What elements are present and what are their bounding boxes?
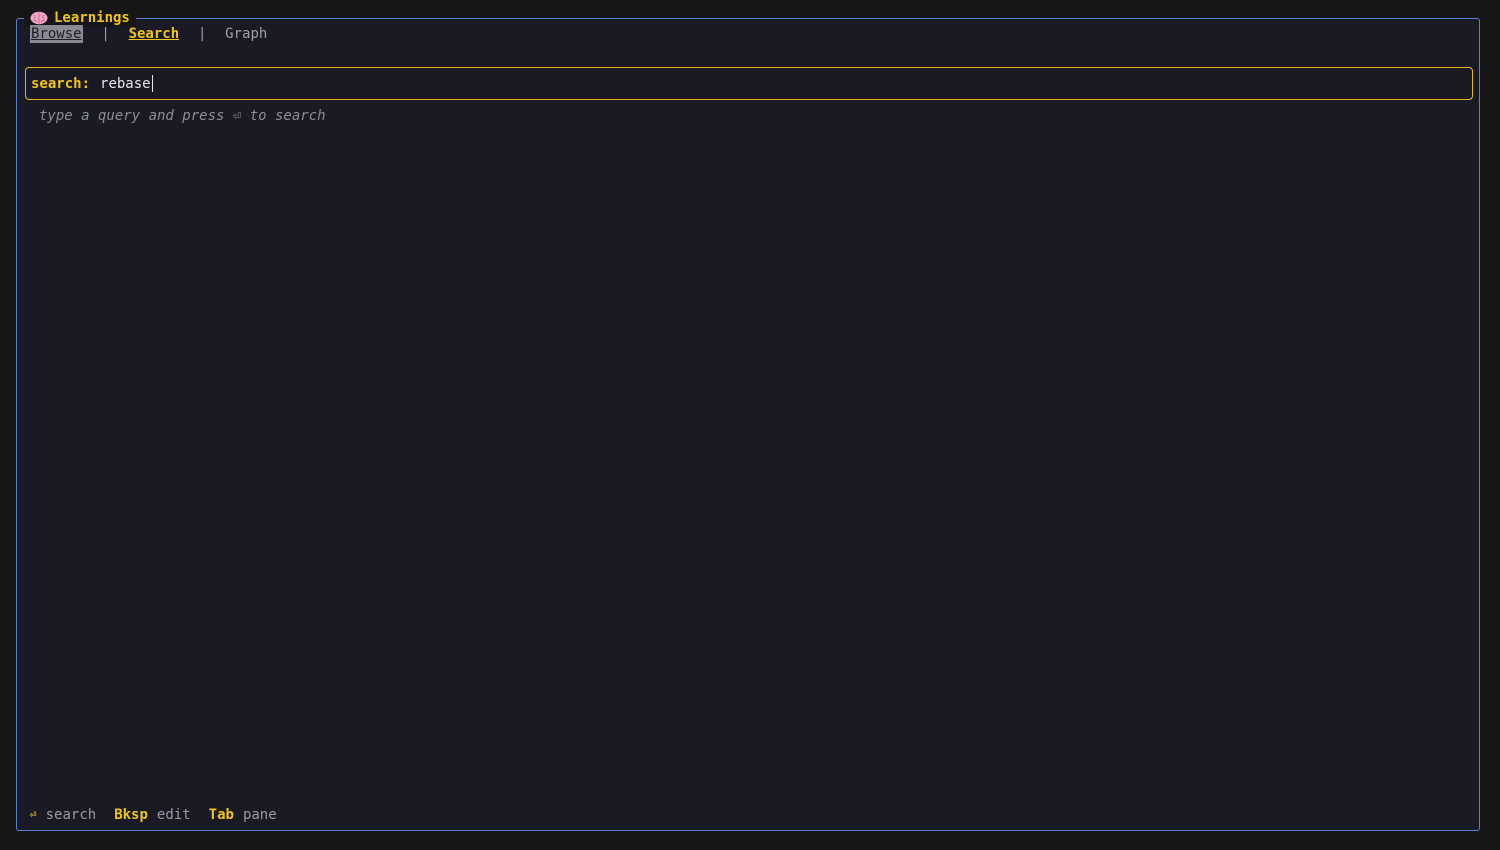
tab-search[interactable]: Search [129,25,180,43]
search-value[interactable]: rebase [100,76,151,92]
search-input[interactable]: search: rebase [25,67,1473,100]
tab-separator: | [101,26,110,42]
tab-graph[interactable]: Graph [225,25,267,43]
brain-icon [30,11,48,25]
tab-browse[interactable]: Browse [30,25,83,43]
tab-key: Tab [208,807,234,823]
search-label: search: [31,75,91,92]
tab-separator: | [197,26,207,42]
main-frame [16,18,1480,831]
search-hint: type a query and press ⏎ to search [39,108,326,124]
text-caret [151,75,153,92]
footer-edit-desc: edit [156,807,191,823]
tab-bar: Browse | Search | Graph [30,25,267,43]
footer-pane-desc: pane [242,807,277,823]
keybinding-footer: ⏎ search Bksp edit Tab pane [30,806,295,824]
footer-search-desc: search [45,807,97,823]
backspace-key: Bksp [114,807,148,823]
enter-key-icon: ⏎ [30,808,37,821]
